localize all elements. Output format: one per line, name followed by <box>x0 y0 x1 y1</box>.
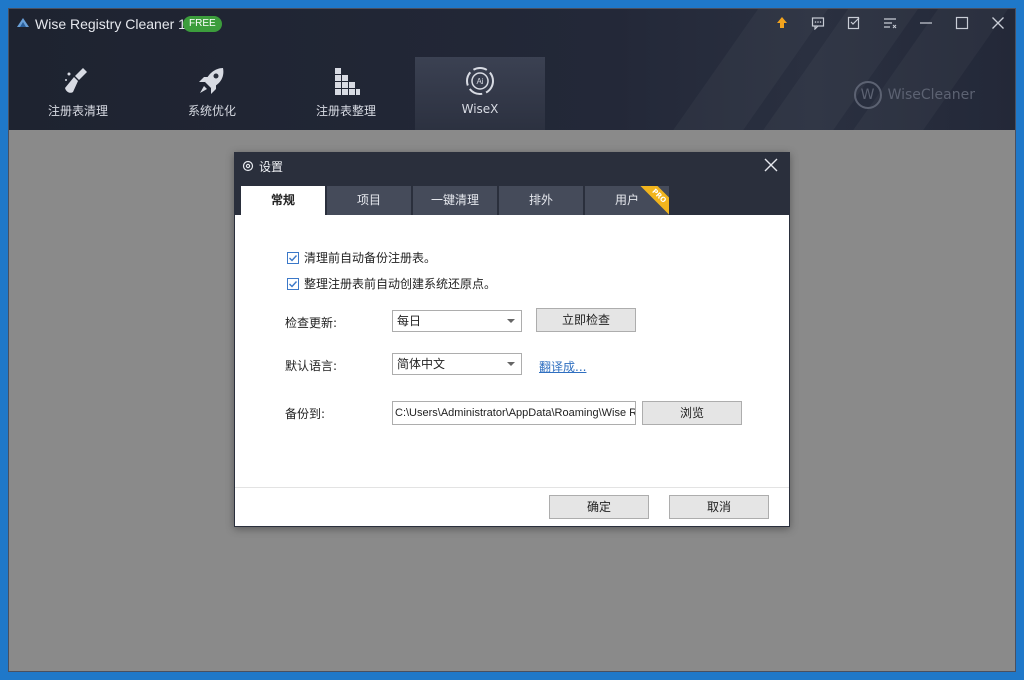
nav-registry-cleaner[interactable]: 注册表清理 <box>13 57 143 130</box>
pro-badge: PRO <box>637 186 669 215</box>
backup-path-input[interactable]: C:\Users\Administrator\AppData\Roaming\W… <box>392 401 636 425</box>
check-icon <box>289 280 298 288</box>
language-label: 默认语言: <box>285 359 338 373</box>
main-nav: 注册表清理 系统优化 注册表整理 Ai WiseX <box>9 57 569 130</box>
backup-registry-option[interactable]: 清理前自动备份注册表。 <box>287 249 436 266</box>
check-icon <box>289 254 298 262</box>
tab-items[interactable]: 项目 <box>327 186 411 215</box>
backup-registry-label: 清理前自动备份注册表。 <box>304 251 437 265</box>
tab-exclusions[interactable]: 排外 <box>499 186 583 215</box>
update-frequency-value: 每日 <box>397 314 422 328</box>
dialog-header: 设置 常规 项目 一键清理 排外 用户 PRO <box>235 153 789 215</box>
free-badge: FREE <box>183 16 222 32</box>
restore-point-label: 整理注册表前自动创建系统还原点。 <box>304 277 497 291</box>
tab-one-click[interactable]: 一键清理 <box>413 186 497 215</box>
app-title: Wise Registry Cleaner 11 <box>35 16 193 32</box>
rocket-icon <box>199 68 224 94</box>
browse-button[interactable]: 浏览 <box>642 401 742 425</box>
update-label: 检查更新: <box>285 316 338 330</box>
nav-wisex[interactable]: Ai WiseX <box>415 57 545 130</box>
menu-icon[interactable] <box>877 11 903 35</box>
close-icon[interactable] <box>763 157 779 173</box>
chevron-down-icon <box>507 319 515 323</box>
notes-icon[interactable] <box>841 11 867 35</box>
feedback-icon[interactable] <box>805 11 831 35</box>
translate-link[interactable]: 翻译成... <box>539 358 586 375</box>
grid-icon <box>335 68 360 95</box>
gear-icon <box>242 160 254 172</box>
nav-label: WiseX <box>461 102 499 116</box>
restore-point-checkbox[interactable] <box>287 277 299 290</box>
upgrade-icon[interactable] <box>769 11 795 35</box>
backup-registry-checkbox[interactable] <box>287 251 299 264</box>
nav-label: 系统优化 <box>187 104 236 118</box>
nav-registry-defrag[interactable]: 注册表整理 <box>281 57 411 130</box>
title-bar: Wise Registry Cleaner 11 FREE <box>9 9 1015 37</box>
brand-mark: W <box>853 81 882 109</box>
update-frequency-select[interactable]: 每日 <box>392 310 522 332</box>
backup-to-label: 备份到: <box>285 407 326 421</box>
settings-dialog: 设置 常规 项目 一键清理 排外 用户 PRO 清理前自动备份注册表。 整理注册… <box>234 152 790 527</box>
chevron-down-icon <box>507 362 515 366</box>
language-select[interactable]: 简体中文 <box>392 353 522 375</box>
wisex-icon: Ai <box>466 67 494 95</box>
minimize-icon[interactable] <box>913 11 939 35</box>
svg-text:Ai: Ai <box>476 77 483 86</box>
close-icon[interactable] <box>985 11 1011 35</box>
maximize-icon[interactable] <box>949 11 975 35</box>
tab-user[interactable]: 用户 PRO <box>585 186 669 215</box>
broom-icon <box>65 68 87 93</box>
language-value: 简体中文 <box>397 357 446 371</box>
app-logo-icon <box>17 18 29 27</box>
tab-user-label: 用户 <box>614 193 639 207</box>
nav-label: 注册表整理 <box>315 104 376 118</box>
nav-system-tuneup[interactable]: 系统优化 <box>147 57 277 130</box>
cancel-button[interactable]: 取消 <box>669 495 769 519</box>
wisecleaner-logo: W WiseCleaner <box>853 81 975 109</box>
nav-label: 注册表清理 <box>47 104 108 118</box>
header: Wise Registry Cleaner 11 FREE 注册表清理 系统优化… <box>9 9 1015 130</box>
footer-divider <box>235 487 789 488</box>
check-now-button[interactable]: 立即检查 <box>536 308 636 332</box>
tab-general[interactable]: 常规 <box>241 186 325 215</box>
ok-button[interactable]: 确定 <box>549 495 649 519</box>
dialog-title: 设置 <box>259 160 284 174</box>
restore-point-option[interactable]: 整理注册表前自动创建系统还原点。 <box>287 275 496 292</box>
brand-text: WiseCleaner <box>887 87 975 103</box>
